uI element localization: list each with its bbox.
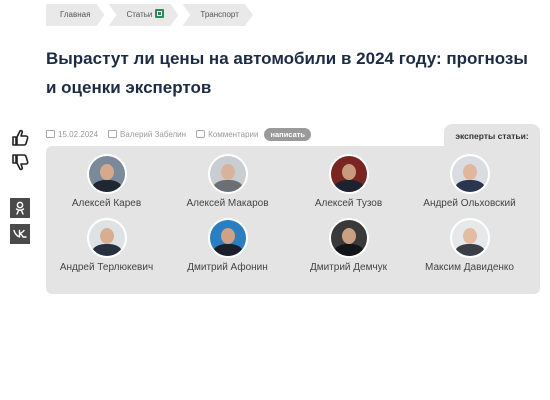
avatar-head bbox=[341, 164, 356, 180]
social-sidebar bbox=[10, 128, 32, 244]
article-meta: 15.02.2024 Валерий Забелин Комментарии н… bbox=[46, 127, 312, 141]
comments-label[interactable]: Комментарии bbox=[208, 130, 258, 139]
avatar-body bbox=[91, 180, 122, 192]
breadcrumb-home-label: Главная bbox=[60, 10, 91, 19]
expert-card[interactable]: Максим Давиденко bbox=[409, 218, 530, 273]
breadcrumb-transport-label: Транспорт bbox=[200, 10, 239, 19]
avatar-head bbox=[220, 228, 235, 244]
expert-name[interactable]: Дмитрий Демчук bbox=[288, 262, 409, 273]
expert-name[interactable]: Андрей Терлюкевич bbox=[46, 262, 167, 273]
expert-card[interactable]: Алексей Тузов bbox=[288, 154, 409, 209]
odnoklassniki-icon bbox=[15, 201, 25, 215]
avatar-head bbox=[99, 228, 114, 244]
page-title: Вырастут ли цены на автомобили в 2024 го… bbox=[46, 49, 528, 97]
comment-icon bbox=[196, 130, 206, 138]
avatar-body bbox=[333, 244, 364, 256]
vk-icon bbox=[13, 229, 27, 238]
avatar-head bbox=[220, 164, 235, 180]
avatar-body bbox=[91, 244, 122, 256]
avatar-body bbox=[454, 180, 485, 192]
expert-name[interactable]: Алексей Тузов bbox=[288, 198, 409, 209]
experts-panel: Алексей Карев Алексей Макаров Алексей Ту… bbox=[46, 146, 540, 294]
expert-card[interactable]: Дмитрий Демчук bbox=[288, 218, 409, 273]
expert-card[interactable]: Алексей Карев bbox=[46, 154, 167, 209]
avatar-body bbox=[212, 180, 243, 192]
expert-card[interactable]: Андрей Ольховский bbox=[409, 154, 530, 209]
author-meta[interactable]: Валерий Забелин bbox=[108, 130, 186, 139]
avatar-head bbox=[341, 228, 356, 244]
expert-avatar[interactable] bbox=[449, 218, 490, 258]
breadcrumb-articles-label: Статьи bbox=[126, 10, 153, 19]
experts-grid: Алексей Карев Алексей Макаров Алексей Ту… bbox=[46, 154, 540, 273]
expert-avatar[interactable] bbox=[86, 218, 127, 258]
articles-icon bbox=[155, 9, 164, 18]
expert-card[interactable]: Дмитрий Афонин bbox=[167, 218, 288, 273]
expert-name[interactable]: Дмитрий Афонин bbox=[167, 262, 288, 273]
write-comment-button[interactable]: написать bbox=[264, 127, 312, 141]
breadcrumb-articles[interactable]: Статьи bbox=[108, 4, 178, 26]
avatar-body bbox=[212, 244, 243, 256]
breadcrumb-transport[interactable]: Транспорт bbox=[182, 4, 252, 26]
expert-avatar[interactable] bbox=[328, 154, 369, 194]
avatar-head bbox=[462, 164, 477, 180]
expert-card[interactable]: Алексей Макаров bbox=[167, 154, 288, 209]
expert-avatar[interactable] bbox=[207, 218, 248, 258]
expert-name[interactable]: Максим Давиденко bbox=[409, 262, 530, 273]
expert-avatar[interactable] bbox=[328, 218, 369, 258]
date-meta: 15.02.2024 bbox=[46, 130, 98, 139]
avatar-head bbox=[462, 228, 477, 244]
expert-name[interactable]: Алексей Макаров bbox=[167, 198, 288, 209]
expert-avatar[interactable] bbox=[207, 154, 248, 194]
experts-tab: эксперты статьи: bbox=[444, 124, 540, 148]
expert-name[interactable]: Алексей Карев bbox=[46, 198, 167, 209]
author-icon bbox=[108, 130, 118, 138]
expert-avatar[interactable] bbox=[86, 154, 127, 194]
avatar-body bbox=[454, 244, 485, 256]
avatar-body bbox=[333, 180, 364, 192]
vk-share-button[interactable] bbox=[10, 224, 30, 244]
odnoklassniki-share-button[interactable] bbox=[10, 198, 30, 218]
expert-avatar[interactable] bbox=[449, 154, 490, 194]
thumbs-down-icon[interactable] bbox=[10, 152, 30, 172]
comments-meta[interactable]: Комментарии bbox=[196, 130, 258, 139]
expert-card[interactable]: Андрей Терлюкевич bbox=[46, 218, 167, 273]
breadcrumb-home[interactable]: Главная bbox=[46, 4, 104, 26]
article-author[interactable]: Валерий Забелин bbox=[120, 130, 186, 139]
expert-name[interactable]: Андрей Ольховский bbox=[409, 198, 530, 209]
avatar-head bbox=[99, 164, 114, 180]
article-date: 15.02.2024 bbox=[58, 129, 99, 139]
calendar-icon bbox=[46, 130, 55, 138]
breadcrumb: Главная Статьи Транспорт bbox=[46, 4, 257, 26]
thumbs-up-icon[interactable] bbox=[10, 128, 30, 148]
